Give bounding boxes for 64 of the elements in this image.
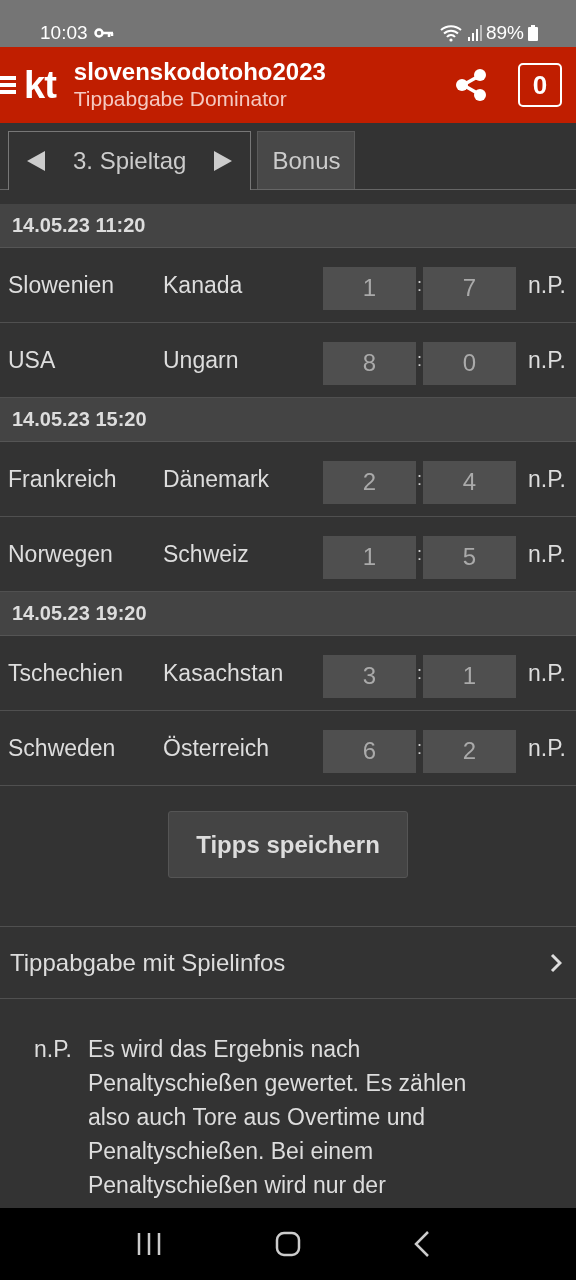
- team-name: Kanada: [163, 271, 244, 299]
- chevron-icon: [550, 952, 562, 973]
- score-separator: :: [416, 737, 423, 759]
- score-input[interactable]: 7: [423, 266, 516, 310]
- page-title: slovenskodotoho2023: [73, 58, 327, 86]
- clock-time: 10:03: [40, 21, 88, 44]
- score-input[interactable]: 2: [323, 460, 416, 504]
- score-input[interactable]: 2: [423, 729, 516, 773]
- score-separator: :: [416, 468, 423, 490]
- share-icon[interactable]: [454, 68, 488, 102]
- menu-icon[interactable]: [0, 74, 16, 96]
- wifi-icon: [439, 23, 464, 42]
- score-input[interactable]: 1: [323, 266, 416, 310]
- score-separator: :: [416, 274, 423, 296]
- score-separator: :: [416, 543, 423, 565]
- score-input[interactable]: 1: [423, 654, 516, 698]
- app-logo: kt: [24, 63, 56, 107]
- date-time: 14.05.23 11:20: [12, 214, 146, 237]
- home-icon[interactable]: [275, 1231, 301, 1257]
- team-name: Tschechien: [8, 659, 125, 687]
- battery-level: 89%: [485, 21, 524, 44]
- save-tips-button[interactable]: Tipps speichern: [168, 811, 408, 878]
- score-input[interactable]: 0: [423, 341, 516, 385]
- score-separator: :: [416, 349, 423, 371]
- penalty-note: n.P.: [528, 734, 566, 762]
- score-input[interactable]: 5: [423, 535, 516, 579]
- page-subtitle: Tippabgabe Dominator: [73, 86, 288, 112]
- signal-icon: [467, 24, 482, 41]
- penalty-note: n.P.: [528, 346, 566, 374]
- points-badge: 0: [518, 63, 562, 107]
- tab-label[interactable]: 3. Spieltag: [73, 147, 187, 175]
- team-name: Slowenien: [8, 271, 116, 299]
- next-arrow-icon[interactable]: [214, 151, 233, 171]
- previous-arrow-icon[interactable]: [27, 151, 45, 171]
- team-name: USA: [8, 346, 57, 374]
- penalty-note: n.P.: [528, 540, 566, 568]
- team-name: Schweden: [8, 734, 117, 762]
- info-link-row[interactable]: Tippabgabe mit Spielinfos: [0, 926, 576, 999]
- back-icon[interactable]: [413, 1231, 430, 1257]
- team-name: Kasachstan: [163, 659, 285, 687]
- score-input[interactable]: 6: [323, 729, 416, 773]
- score-input[interactable]: 1: [323, 535, 416, 579]
- footnote-text: Es wird das Ergebnis nach Penaltyschießen gewertet. Es zählen also auch Tore aus Overtime und Penaltyschießen. Bei einem Penaltyschießen wird nur der: [87, 1035, 468, 1200]
- score-input[interactable]: 8: [323, 341, 416, 385]
- tab[interactable]: Bonus: [257, 131, 356, 189]
- score-input[interactable]: 3: [323, 654, 416, 698]
- key-icon: [93, 27, 114, 38]
- info-link[interactable]: Tippabgabe mit Spielinfos: [10, 948, 286, 977]
- team-name: Ungarn: [163, 346, 240, 374]
- penalty-note: n.P.: [528, 465, 566, 493]
- penalty-note: n.P.: [528, 271, 566, 299]
- team-name: Dänemark: [163, 465, 271, 493]
- date-time: 14.05.23 15:20: [12, 408, 147, 431]
- battery-icon: [528, 24, 538, 41]
- footnote-mark: n.P.: [34, 1035, 72, 1064]
- score-input[interactable]: 4: [423, 460, 516, 504]
- team-name: Österreich: [163, 734, 271, 762]
- team-name: Frankreich: [8, 465, 118, 493]
- team-name: Schweiz: [163, 540, 250, 568]
- team-name: Norwegen: [8, 540, 114, 568]
- date-time: 14.05.23 19:20: [12, 602, 147, 625]
- recent-apps-icon[interactable]: [136, 1232, 163, 1256]
- penalty-note: n.P.: [528, 659, 566, 687]
- score-separator: :: [416, 662, 423, 684]
